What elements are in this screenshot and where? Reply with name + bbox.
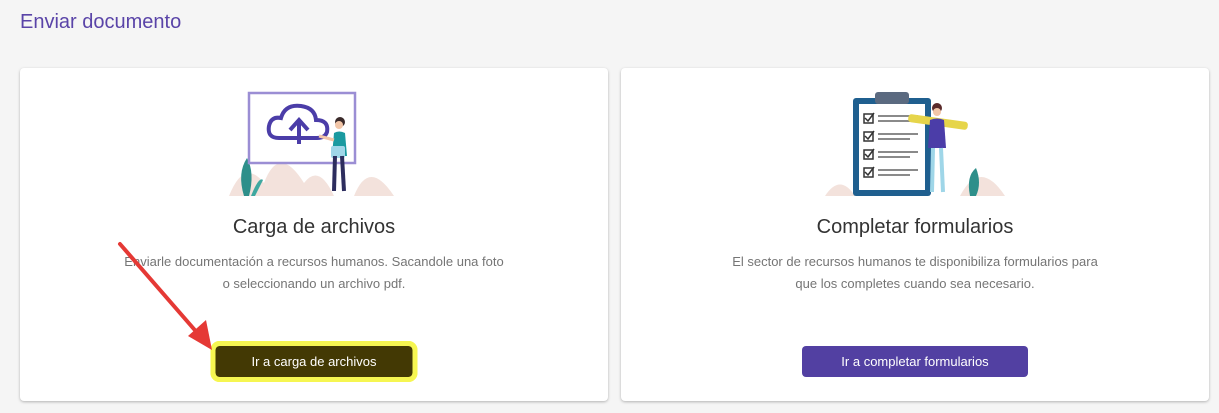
go-to-forms-button[interactable]: Ir a completar formularios [802, 346, 1028, 377]
go-to-file-upload-button[interactable]: Ir a carga de archivos [210, 341, 418, 382]
forms-card-description: El sector de recursos humanos te disponi… [732, 254, 1098, 291]
checklist-clipboard-illustration [825, 92, 1005, 196]
annotation-arrow-icon [118, 242, 212, 350]
forms-card: Completar formularios El sector de recur… [621, 68, 1209, 401]
upload-card: Carga de archivos Enviarle documentación… [20, 68, 608, 401]
forms-card-title: Completar formularios [816, 216, 1014, 238]
cloud-upload-illustration [229, 91, 394, 196]
page-title: Enviar documento [20, 11, 182, 33]
upload-card-title: Carga de archivos [232, 216, 396, 238]
